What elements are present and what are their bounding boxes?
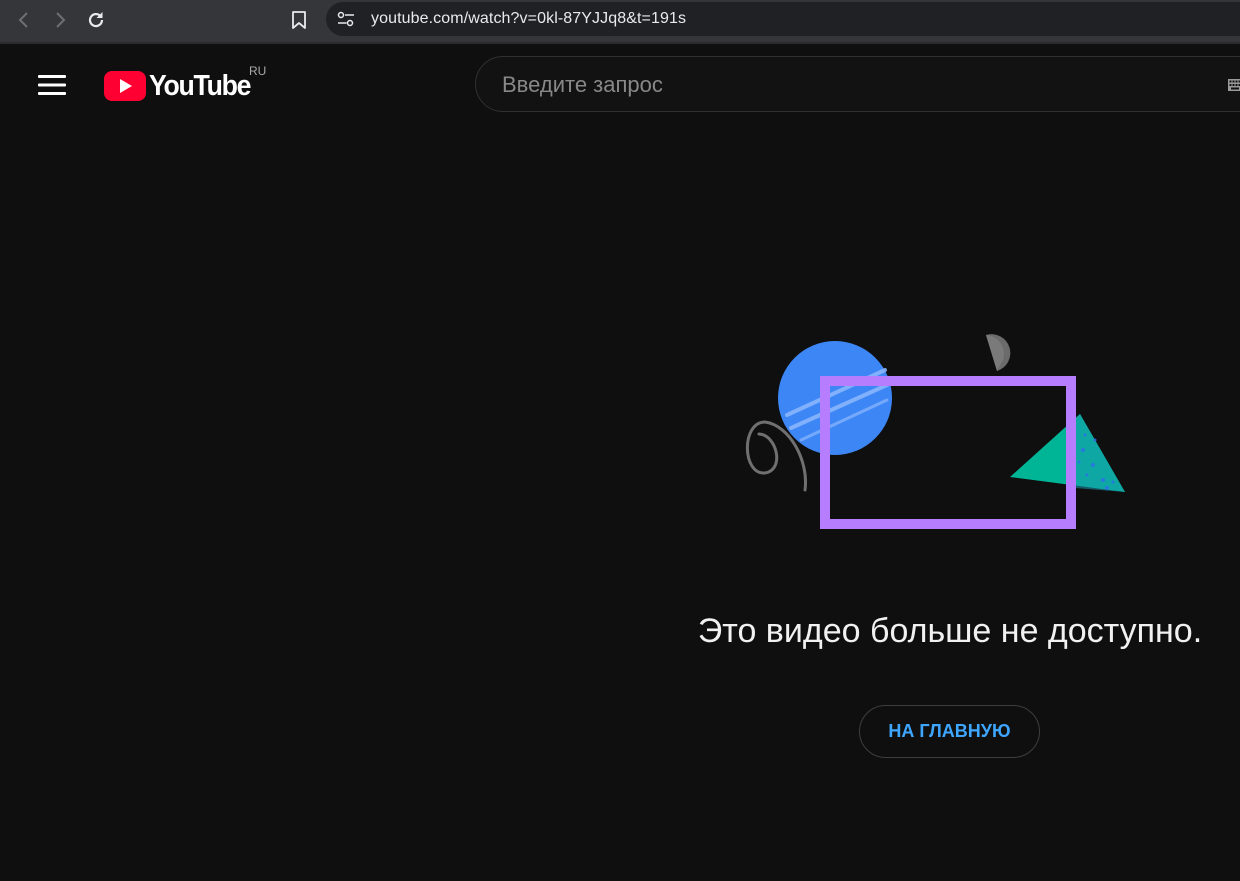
keyboard-icon[interactable] — [1228, 79, 1240, 91]
menu-icon — [38, 75, 66, 95]
blue-circle-shape — [778, 341, 892, 455]
browser-toolbar: youtube.com/watch?v=0kl-87YJJq8&t=191s — [0, 0, 1240, 44]
search-input[interactable] — [500, 57, 1204, 113]
search-box[interactable] — [475, 56, 1240, 113]
guide-menu-button[interactable] — [30, 65, 74, 105]
region-code: RU — [249, 64, 267, 78]
youtube-logo[interactable]: YouTube — [104, 66, 259, 106]
site-info-icon[interactable] — [336, 10, 356, 28]
unavailable-illustration — [745, 334, 1125, 529]
masthead: YouTube RU — [0, 44, 1240, 126]
forward-icon — [56, 12, 66, 28]
bookmark-button[interactable] — [285, 6, 313, 34]
forward-button[interactable] — [46, 6, 74, 34]
reload-icon — [88, 12, 104, 28]
reload-button[interactable] — [82, 6, 110, 34]
home-button[interactable]: НА ГЛАВНУЮ — [859, 705, 1040, 758]
back-button[interactable] — [10, 6, 38, 34]
error-message: Это видео больше не доступно. — [697, 612, 1203, 650]
url-text[interactable]: youtube.com/watch?v=0kl-87YJJq8&t=191s — [371, 10, 686, 28]
youtube-logo-icon — [104, 71, 146, 101]
back-icon — [18, 12, 28, 28]
logo-text: YouTube — [149, 69, 251, 102]
bookmark-icon — [292, 11, 306, 29]
address-bar[interactable]: youtube.com/watch?v=0kl-87YJJq8&t=191s — [326, 2, 1240, 36]
